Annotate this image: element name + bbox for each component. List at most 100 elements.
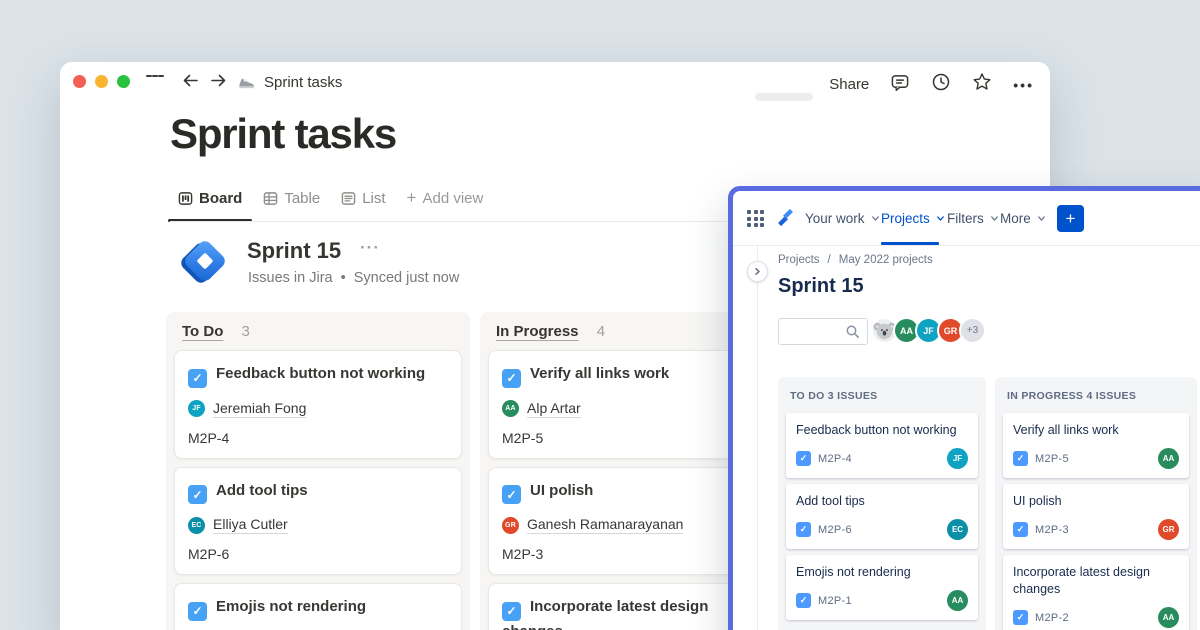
page-title: Sprint tasks [170,106,396,162]
issue-key: M2P-5 [502,430,762,446]
column-count: 3 [242,323,250,340]
card-title: Verify all links work [1013,422,1179,439]
column-title[interactable]: In Progress [496,323,579,340]
board-column-todo: To Do 3 Feedback button not working JFJe… [166,312,470,630]
assignee-link[interactable]: Jeremiah Fong [213,400,306,418]
favorite-star-icon[interactable] [972,72,992,97]
task-type-icon [1013,522,1028,537]
jira-card[interactable]: Emojis not rendering M2P-1AA [786,555,978,620]
assignee-link[interactable]: Alp Artar [527,400,581,418]
jira-card[interactable]: Add tool tips M2P-6EC [786,484,978,549]
checkbox-icon[interactable] [502,485,521,504]
issue-key: M2P-6 [188,546,448,562]
board-card[interactable]: Feedback button not working JFJeremiah F… [174,350,462,459]
card-title: Feedback button not working [216,365,425,382]
avatar[interactable]: EC [947,519,968,540]
sprint-more-icon[interactable]: ··· [360,238,380,258]
share-button[interactable]: Share [829,76,869,93]
jira-logo-icon[interactable] [775,207,796,233]
history-clock-icon[interactable] [931,72,951,97]
avatar[interactable]: AA [947,590,968,611]
card-title: UI polish [1013,493,1179,510]
comments-icon[interactable] [890,73,910,97]
avatar[interactable]: JF [947,448,968,469]
avatar[interactable]: AA [1158,448,1179,469]
task-type-icon [1013,451,1028,466]
view-tabs: Board Table List + Add view [178,188,483,208]
sidebar-expand-button[interactable] [747,261,768,282]
jira-card[interactable]: Verify all links work M2P-5 AA [1003,413,1189,478]
checkbox-icon[interactable] [188,485,207,504]
assignee-link[interactable]: Ganesh Ramanarayanan [527,516,683,534]
desktop-backdrop: Sprint tasks Share ••• Sprint tasks Boar… [0,0,1200,630]
forward-arrow-icon[interactable] [209,72,228,89]
jira-card[interactable]: Feedback button not working M2P-4 JF [786,413,978,478]
checkbox-icon[interactable] [502,369,521,388]
column-count: 4 [597,323,605,340]
nav-filters[interactable]: Filters [947,191,1000,245]
issue-key: M2P-6 [818,524,852,536]
board-card[interactable]: Emojis not rendering AAAlp Artar [174,583,462,630]
issue-key: M2P-5 [1035,453,1069,465]
nav-your-work[interactable]: Your work [805,191,881,245]
jira-column-inprogress: IN PROGRESS 4 ISSUES Verify all links wo… [995,377,1197,630]
avatar: GR [502,517,519,534]
nav-divider [733,245,1200,246]
tab-table[interactable]: Table [263,190,320,207]
table-view-icon [263,191,278,206]
sprint-title: Sprint 15 [247,238,341,264]
nav-more[interactable]: More [1000,191,1047,245]
jira-card[interactable]: Incorporate latest design changes M2P-2A… [1003,555,1189,630]
avatar: AA [502,400,519,417]
jira-column-todo: TO DO 3 ISSUES Feedback button not worki… [778,377,986,630]
assignee-link[interactable]: Elliya Cutler [213,516,288,534]
more-options-icon[interactable]: ••• [1013,77,1034,93]
task-type-icon [1013,610,1028,625]
board-card[interactable]: Add tool tips ECElliya Cutler M2P-6 [174,467,462,576]
avatar[interactable]: GR [1158,519,1179,540]
avatar: EC [188,517,205,534]
faint-highlight [755,93,813,101]
breadcrumb-current[interactable]: May 2022 projects [839,254,933,266]
issue-key: M2P-4 [188,430,448,446]
board-title: Sprint 15 [778,275,864,298]
sidebar-rail [757,246,758,630]
chevron-right-icon [752,266,763,277]
window-minimize-button[interactable] [95,75,108,88]
sprint-source: Issues in Jira [248,270,333,286]
chevron-down-icon [1036,213,1047,224]
tab-board[interactable]: Board [178,190,242,207]
avatar[interactable]: AA [1158,607,1179,628]
breadcrumb-projects[interactable]: Projects [778,254,820,266]
avatar-overflow[interactable]: +3 [959,317,986,344]
breadcrumb: Projects / May 2022 projects [778,254,933,266]
window-zoom-button[interactable] [117,75,130,88]
back-arrow-icon[interactable] [181,72,200,89]
card-title: Feedback button not working [796,422,968,439]
board-members: AA JF GR +3 [871,317,986,344]
page-emoji-shoe-icon [237,73,256,91]
create-issue-button[interactable]: + Create issue [786,626,978,630]
add-view-button[interactable]: + Add view [407,188,484,208]
card-title: Emojis not rendering [216,598,366,615]
checkbox-icon[interactable] [502,602,521,621]
chevron-down-icon [935,213,946,224]
jira-top-nav: Your work Projects Filters More + [733,191,1200,245]
window-close-button[interactable] [73,75,86,88]
checkbox-icon[interactable] [188,602,207,621]
nav-projects[interactable]: Projects [881,191,946,245]
column-title[interactable]: To Do [182,323,223,340]
card-title: UI polish [530,482,593,499]
create-button[interactable]: + [1057,205,1084,232]
breadcrumb-separator: / [828,254,831,266]
issue-key: M2P-4 [818,453,852,465]
jira-card[interactable]: UI polish M2P-3GR [1003,484,1189,549]
search-input[interactable] [778,318,868,345]
app-switcher-grid-icon[interactable] [747,210,764,227]
task-type-icon [796,451,811,466]
sprint-subtitle: Issues in Jira • Synced just now [248,270,459,286]
tab-list[interactable]: List [341,190,385,207]
checkbox-icon[interactable] [188,369,207,388]
sidebar-menu-icon[interactable] [146,75,164,81]
issue-key: M2P-1 [818,595,852,607]
